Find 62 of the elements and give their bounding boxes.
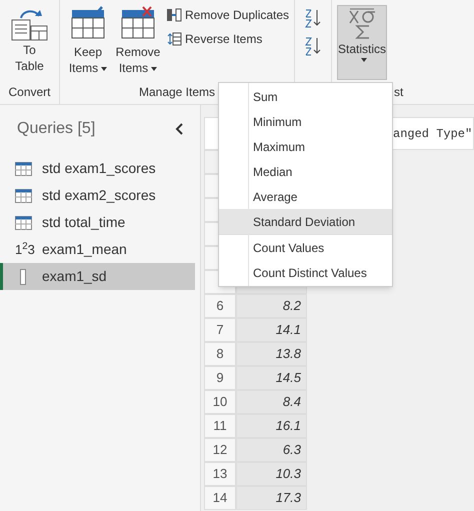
table-cell: 10.3 [236, 462, 307, 486]
query-item[interactable]: std total_time [0, 209, 195, 236]
row-number: 12 [204, 438, 236, 462]
table-cell: 6.3 [236, 438, 307, 462]
query-name: exam1_mean [42, 240, 127, 259]
group-label: Convert [8, 84, 51, 101]
table-cell: 13.8 [236, 342, 307, 366]
query-name: std exam2_scores [42, 186, 156, 205]
query-item[interactable]: std exam2_scores [0, 182, 195, 209]
reverse-items-button[interactable]: Reverse Items [166, 30, 290, 48]
table-icon [15, 188, 32, 202]
menu-item[interactable]: Median [219, 159, 392, 184]
collapse-icon[interactable] [175, 123, 183, 135]
query-name: std total_time [42, 213, 126, 232]
sigma-icon [347, 6, 377, 40]
row-number: 14 [204, 486, 236, 510]
table-cell: 14.1 [236, 318, 307, 342]
queries-title: Queries [5] [17, 119, 96, 139]
row-number: 11 [204, 414, 236, 438]
row-number: 8 [204, 342, 236, 366]
menu-item[interactable]: Maximum [219, 134, 392, 159]
row-number: 6 [204, 294, 236, 318]
reverse-icon [166, 31, 182, 47]
row-number: 13 [204, 462, 236, 486]
statistics-button[interactable]: Statistics [337, 5, 387, 80]
table-cell: 17.3 [236, 486, 307, 510]
table-cross-icon [121, 6, 155, 40]
group-label: Manage Items [138, 84, 216, 101]
number-type-icon: 1$^{2}$3 [15, 240, 32, 260]
query-item[interactable]: 1$^{2}$3 exam1_mean [0, 236, 195, 263]
row-number: 9 [204, 366, 236, 390]
row-number: 10 [204, 390, 236, 414]
query-name: std exam1_scores [42, 159, 156, 178]
menu-item[interactable]: Count Values [219, 235, 392, 260]
convert-table-icon [10, 8, 48, 42]
group-label: st [394, 84, 404, 101]
table-cell: 14.5 [236, 366, 307, 390]
caret-icon [101, 66, 108, 71]
table-icon [15, 162, 32, 176]
remove-items-button[interactable]: Remove Items [114, 6, 162, 76]
table-cell: 8.4 [236, 390, 307, 414]
remove-duplicates-button[interactable]: Remove Duplicates [166, 6, 290, 24]
menu-item[interactable]: Average [219, 184, 392, 209]
table-icon [15, 216, 32, 230]
sort-descending-icon[interactable] [305, 36, 321, 56]
menu-item[interactable]: Minimum [219, 109, 392, 134]
query-name: exam1_sd [42, 267, 107, 286]
menu-item[interactable]: Sum [219, 84, 392, 109]
row-number: 7 [204, 318, 236, 342]
duplicates-icon [166, 7, 182, 23]
caret-icon [360, 58, 366, 62]
caret-icon [151, 66, 158, 71]
table-cell: 8.2 [236, 294, 307, 318]
query-item[interactable]: std exam1_scores [0, 155, 195, 182]
sort-ascending-icon[interactable] [305, 8, 321, 28]
menu-item[interactable]: Count Distinct Values [219, 260, 392, 285]
menu-item[interactable]: Standard Deviation [219, 209, 392, 234]
table-cell: 16.1 [236, 414, 307, 438]
to-table-button[interactable]: To Table [4, 8, 54, 78]
query-item[interactable]: exam1_sd [0, 263, 195, 290]
keep-items-button[interactable]: Keep Items [66, 6, 110, 76]
table-check-icon [71, 6, 105, 40]
